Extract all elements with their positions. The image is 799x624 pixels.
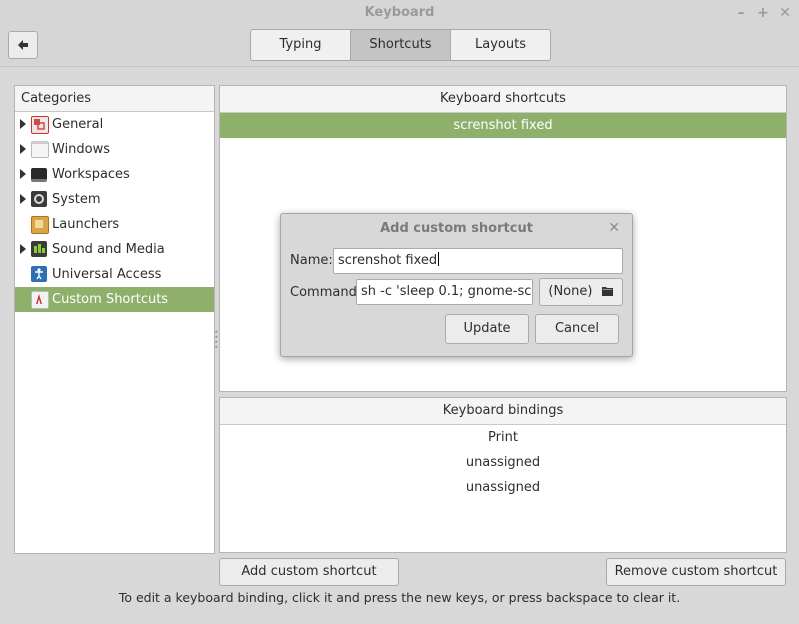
- back-arrow-icon: [18, 40, 28, 50]
- text-caret: [438, 252, 440, 266]
- workspaces-icon: [31, 168, 47, 182]
- title-bar: Keyboard – + ✕: [0, 0, 799, 26]
- category-label: System: [52, 192, 101, 207]
- binding-row[interactable]: unassigned: [220, 450, 786, 475]
- binding-row[interactable]: unassigned: [220, 475, 786, 500]
- tab-bar: Typing Shortcuts Layouts: [250, 29, 551, 61]
- binding-row[interactable]: Print: [220, 425, 786, 450]
- category-label: Workspaces: [52, 167, 130, 182]
- category-label: Launchers: [52, 217, 120, 232]
- tab-typing[interactable]: Typing: [250, 29, 351, 61]
- command-input-value: sh -c 'sleep 0.1; gnome-screer: [361, 284, 532, 299]
- expand-arrow-icon[interactable]: [20, 144, 26, 154]
- category-sound-and-media[interactable]: Sound and Media: [15, 237, 214, 262]
- general-icon: [31, 116, 49, 134]
- expand-arrow-icon[interactable]: [20, 194, 26, 204]
- category-workspaces[interactable]: Workspaces: [15, 162, 214, 187]
- toolbar: Typing Shortcuts Layouts: [0, 26, 799, 67]
- close-icon[interactable]: ✕: [779, 0, 791, 26]
- accessibility-icon: [31, 266, 47, 282]
- categories-panel: Categories General Windows Workspaces Sy…: [14, 85, 215, 554]
- keyboard-bindings-header: Keyboard bindings: [220, 398, 786, 425]
- launchers-icon: [31, 216, 49, 234]
- pane-splitter-handle[interactable]: • • • •: [214, 329, 219, 352]
- tab-shortcuts[interactable]: Shortcuts: [350, 29, 451, 61]
- remove-custom-shortcut-button[interactable]: Remove custom shortcut: [606, 558, 786, 586]
- category-launchers[interactable]: Launchers: [15, 212, 214, 237]
- expand-arrow-icon[interactable]: [20, 244, 26, 254]
- name-input[interactable]: screnshot fixed: [333, 248, 623, 274]
- tab-layouts[interactable]: Layouts: [450, 29, 551, 61]
- keyboard-shortcuts-header: Keyboard shortcuts: [220, 86, 786, 113]
- command-label: Command:: [290, 285, 362, 300]
- footer-hint: To edit a keyboard binding, click it and…: [118, 590, 681, 605]
- category-custom-shortcuts[interactable]: Custom Shortcuts: [15, 287, 214, 312]
- category-label: General: [52, 117, 104, 132]
- cancel-button[interactable]: Cancel: [535, 314, 619, 344]
- windows-icon: [31, 141, 49, 158]
- keyboard-bindings-panel: Keyboard bindings Print unassigned unass…: [219, 397, 787, 553]
- category-label: Custom Shortcuts: [52, 292, 169, 307]
- categories-header: Categories: [15, 86, 214, 112]
- dialog-title: Add custom shortcut: [380, 221, 533, 236]
- category-label: Universal Access: [52, 267, 162, 282]
- expand-arrow-icon[interactable]: [20, 169, 26, 179]
- category-label: Windows: [52, 142, 111, 157]
- file-chooser-label: (None): [548, 284, 593, 299]
- category-universal-access[interactable]: Universal Access: [15, 262, 214, 287]
- add-custom-shortcut-button[interactable]: Add custom shortcut: [219, 558, 399, 586]
- close-icon[interactable]: ✕: [608, 214, 620, 242]
- window-title: Keyboard: [364, 5, 435, 20]
- update-button[interactable]: Update: [445, 314, 529, 344]
- category-windows[interactable]: Windows: [15, 137, 214, 162]
- sound-media-icon: [31, 241, 47, 257]
- shortcut-row[interactable]: screnshot fixed: [220, 113, 786, 138]
- command-input[interactable]: sh -c 'sleep 0.1; gnome-screer: [356, 279, 533, 305]
- category-general[interactable]: General: [15, 112, 214, 137]
- file-chooser-button[interactable]: (None): [539, 278, 623, 306]
- custom-shortcuts-icon: [31, 291, 49, 309]
- system-icon: [31, 191, 47, 207]
- back-button[interactable]: [8, 31, 38, 59]
- add-custom-shortcut-dialog: Add custom shortcut ✕ Name: screnshot fi…: [280, 213, 633, 357]
- minimize-icon[interactable]: –: [735, 0, 747, 26]
- name-label: Name:: [290, 253, 333, 268]
- category-label: Sound and Media: [52, 242, 165, 257]
- category-system[interactable]: System: [15, 187, 214, 212]
- expand-arrow-icon[interactable]: [20, 119, 26, 129]
- name-input-value: screnshot fixed: [338, 253, 438, 268]
- maximize-icon[interactable]: +: [757, 0, 769, 26]
- folder-icon: [601, 287, 613, 296]
